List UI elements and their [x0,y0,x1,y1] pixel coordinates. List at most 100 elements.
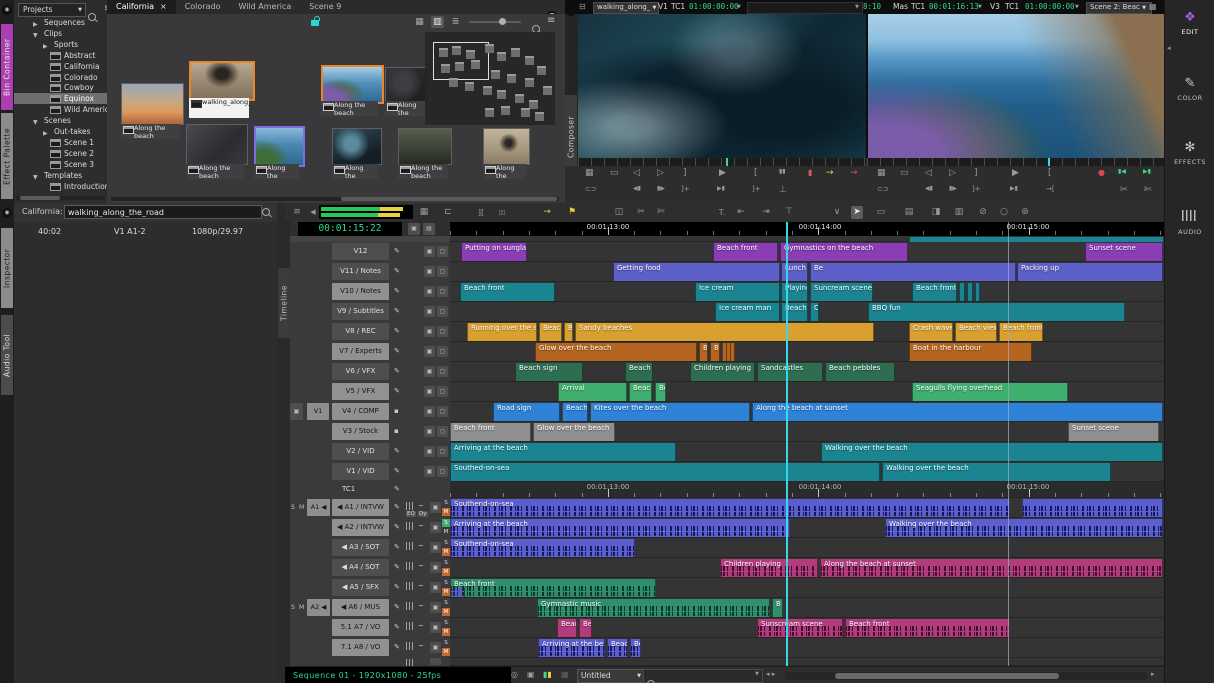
clip-be[interactable]: Be [810,263,1016,281]
rec-monitor-icon[interactable]: ▭ [900,168,909,178]
pencil-icon[interactable]: ✎ [394,447,400,455]
toggle-source-record-icon[interactable]: ▣ [408,223,420,235]
rec-go-to-out-icon[interactable]: ] [974,168,978,178]
lock-icon[interactable]: ▪ [394,427,399,435]
clip-kites-over-the-beach[interactable]: Kites over the beach [590,403,750,421]
clip-glow-over-the-beach[interactable]: Glow over the beach [533,423,615,441]
src-go-to-in-icon[interactable]: [ [754,168,758,178]
source-position-bar[interactable] [578,158,866,166]
clip-children-playing[interactable]: Children playing [720,559,818,577]
rec-step-forward-icon[interactable]: ▷ [949,168,956,178]
razor-icon[interactable]: ✄ [655,206,667,219]
bin-tab-colorado[interactable]: Colorado [176,0,230,14]
monitor-track-icon[interactable]: ▣ [430,502,441,513]
grid-view-icon[interactable]: ▥ [431,16,444,28]
source-record-toggle-icon[interactable]: ⊏ [442,206,454,219]
trim-left-icon[interactable]: ⇤ [735,206,747,219]
track-button-A6[interactable]: ◀ A6 / MUS [332,599,389,616]
clip-southed-on-sea[interactable]: Southed-on-sea [450,463,880,481]
pencil-icon[interactable]: ✎ [394,307,400,315]
track-button-A2[interactable]: ◀ A2 / INTVW [332,519,389,536]
pencil-icon[interactable]: ✎ [394,503,400,511]
tree-item-scene-1[interactable]: Scene 1 [14,137,107,148]
clip-beach-front[interactable]: Beach front [845,619,1010,637]
playhead[interactable] [786,222,788,666]
segment-mode-icon[interactable]: ▯▯ [496,206,508,219]
track-button-V1[interactable]: V1 / VID [332,463,389,480]
clip-walking-over-the-beach[interactable]: Walking over the beach [882,463,1111,481]
tree-item-sports[interactable]: ▶Sports [14,39,107,50]
tree-item-sequences[interactable]: ▶Sequences [14,17,107,28]
trim-right-icon[interactable]: ⇥ [760,206,772,219]
bin-minimap[interactable] [425,32,555,125]
rec-gang-icon[interactable]: ⊂⊃ [877,185,889,193]
monitor-track-icon[interactable]: ▢ [437,366,448,377]
track-button-V8[interactable]: V8 / REC [332,323,389,340]
record-track-icon[interactable]: ▣ [424,466,435,477]
thumbnail-size-slider[interactable] [469,21,521,23]
monitor-track-icon[interactable]: ○ [437,426,448,437]
automation-icon[interactable]: ~ [418,642,424,650]
track-button-A5[interactable]: ◀ A5 / SFX [332,579,389,596]
clip-gymnastics-on-the-beach[interactable]: Gymnastics on the beach [780,243,908,261]
waveform-display-icon[interactable] [406,622,415,630]
monitor-track-icon[interactable]: ▣ [430,602,441,613]
clip-beach-front[interactable]: Beach front [450,579,656,597]
bin-tab-california[interactable]: California× [107,0,176,14]
src-fast-menu-icon[interactable]: ▦ [585,168,594,178]
clip-sandcastles[interactable]: Sandcastles [757,363,823,381]
clip-name-input[interactable] [64,205,262,219]
master-tc-menu-icon[interactable]: ▼ [978,0,982,14]
tree-item-equinox[interactable]: Equinox [14,93,107,104]
solo-button[interactable]: S [442,519,450,527]
bin-clip-thumbnail[interactable] [385,67,430,102]
pencil-icon[interactable]: ✎ [394,603,400,611]
pencil-icon[interactable]: ✎ [394,523,400,531]
rec-record-icon[interactable]: ● [1098,168,1105,177]
src-play-icon[interactable]: ▶ [719,168,726,178]
pencil-icon[interactable]: ✎ [394,247,400,255]
clip-getting-food[interactable]: Getting food [613,263,780,281]
mute-button[interactable]: M [442,528,450,536]
unlock-icon[interactable] [311,20,319,26]
record-track-icon[interactable]: ▣ [424,426,435,437]
src-monitor-icon[interactable]: ▭ [610,168,619,178]
clip-c[interactable]: C [810,303,819,321]
clip-sunscream-scene[interactable]: Sunscream scene [757,619,843,637]
timeline-window-tab[interactable]: Timeline [278,268,290,338]
rec-fast-menu-icon[interactable]: ▦ [877,168,886,178]
src-extend-icon[interactable]: ]+ [752,185,761,193]
record-track-icon[interactable]: ▣ [424,326,435,337]
clip-glow-over-the-beach[interactable]: Glow over the beach [535,343,697,361]
clip-seagulls-flying-overhead[interactable]: Seagulls flying overhead [912,383,1068,401]
source-clip-menu[interactable]: walking_along_ ▼ [593,2,659,14]
record-monitor[interactable] [868,14,1164,158]
clip-segment[interactable] [959,283,965,301]
solo-button[interactable]: S [442,499,450,507]
view-preset-dropdown[interactable]: Untitled▼ [577,669,645,683]
solo-button[interactable]: S [442,539,450,547]
bin-tab-wild-america[interactable]: Wild America [229,0,300,14]
clip-beach[interactable]: Beach [625,363,653,381]
record-track-icon[interactable]: ▣ [424,386,435,397]
monitor-track-icon[interactable]: ▣ [430,522,441,533]
record-position-indicator[interactable] [1048,158,1050,166]
clip-sunset-scene[interactable]: Sunset scene [1085,243,1163,261]
bin-clip-thumbnail[interactable] [398,128,452,165]
record-track-icon[interactable]: ▣ [424,246,435,257]
clip-southend-on-sea[interactable]: Southend-on-sea [450,539,635,557]
rec-cut-icon[interactable]: ✂ [1120,185,1128,195]
clip-walking-over-the-beach[interactable]: Walking over the beach [885,519,1163,537]
clip-suncream-scene[interactable]: Suncream scene [810,283,873,301]
rec-play-to-out-icon[interactable]: ▶▮ [1010,185,1018,192]
scroll-right-icon[interactable]: ▸ [1151,670,1155,678]
monitor-track-icon[interactable]: ▣ [430,562,441,573]
monitor-track-icon[interactable]: ▢ [437,246,448,257]
pencil-icon[interactable]: ✎ [394,563,400,571]
src-splice-icon[interactable]: ⊥ [779,185,787,195]
clip-beac[interactable]: Beac [607,639,628,657]
clip-beach-front[interactable]: Beach front [999,323,1043,341]
waveform-display-icon[interactable] [406,642,415,650]
source-name-menu[interactable]: ▼ [747,2,863,14]
mute-button[interactable]: M [442,588,450,596]
